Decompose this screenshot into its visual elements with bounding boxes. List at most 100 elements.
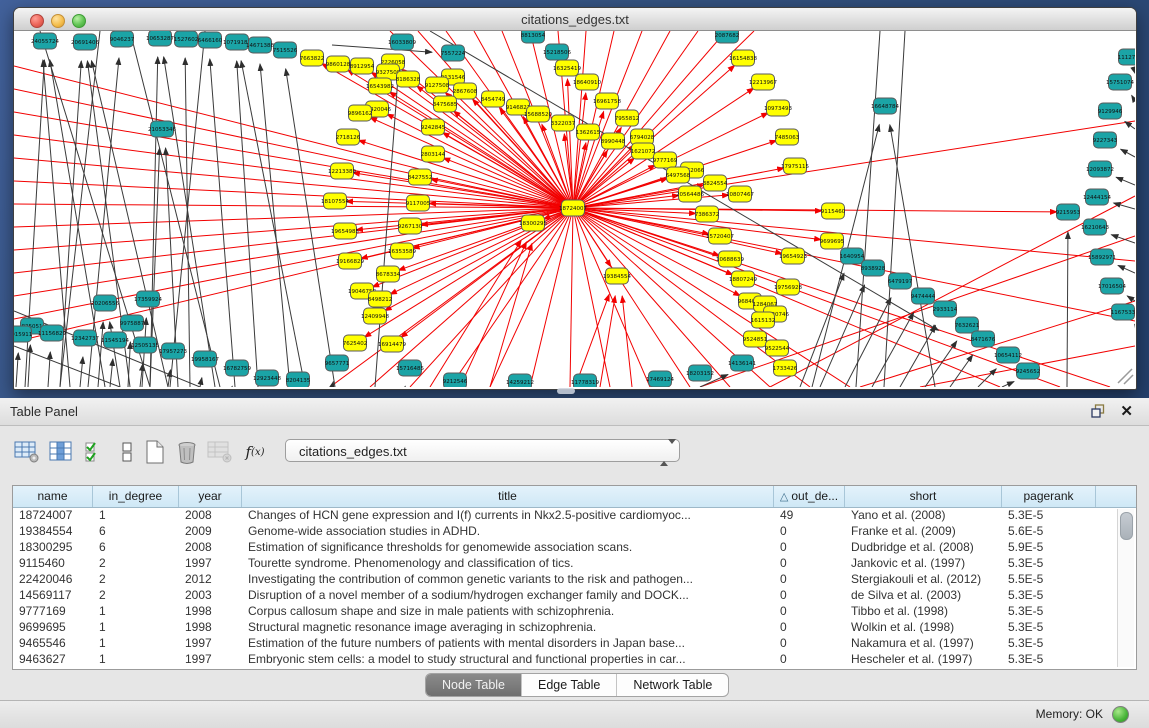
table-cell[interactable]: Estimation of the future numbers of pati… xyxy=(242,635,774,651)
graph-node[interactable]: 18300295 xyxy=(519,215,547,231)
graph-node[interactable]: 9245652 xyxy=(1016,363,1041,379)
graph-node[interactable]: 21053346 xyxy=(148,121,176,137)
graph-node[interactable]: 9860128 xyxy=(326,56,351,72)
graph-node[interactable]: 11156829 xyxy=(38,325,66,341)
graph-node[interactable]: 20691406 xyxy=(71,34,99,50)
table-cell[interactable]: Disruption of a novel member of a sodium… xyxy=(242,587,774,603)
graph-node[interactable]: 6497568 xyxy=(666,167,691,183)
table-row[interactable]: 1456911722003Disruption of a novel membe… xyxy=(13,587,1096,603)
table-cell[interactable]: 2008 xyxy=(179,539,242,555)
table-cell[interactable]: Genome-wide association studies in ADHD. xyxy=(242,523,774,539)
graph-node[interactable]: 7485063 xyxy=(775,129,800,145)
table-cell[interactable]: 0 xyxy=(774,523,845,539)
table-selector-dropdown[interactable]: citations_edges.txt xyxy=(285,439,680,462)
table-cell[interactable]: Embryonic stem cells: a model to study s… xyxy=(242,651,774,667)
table-cell[interactable]: Nakamura et al. (1997) xyxy=(845,635,1002,651)
graph-node[interactable]: 3322037 xyxy=(551,115,576,131)
table-cell[interactable]: 9777169 xyxy=(13,603,93,619)
graph-node[interactable]: 9117005 xyxy=(406,195,431,211)
tab-network-table[interactable]: Network Table xyxy=(617,674,728,696)
graph-node[interactable]: 8938928 xyxy=(861,260,886,276)
row-height-icon[interactable] xyxy=(112,437,142,467)
graph-node[interactable]: 9046237 xyxy=(110,31,135,47)
graph-node[interactable]: 19654923 xyxy=(779,248,807,264)
table-cell[interactable]: 5.6E-5 xyxy=(1002,523,1096,539)
graph-node[interactable]: 9212546 xyxy=(443,373,468,387)
splitpane-handle[interactable] xyxy=(557,388,575,394)
table-cell[interactable]: Tourette syndrome. Phenomenology and cla… xyxy=(242,555,774,571)
graph-node[interactable]: 16648784 xyxy=(871,98,899,114)
table-cell[interactable]: 1 xyxy=(93,619,179,635)
network-window-titlebar[interactable]: citations_edges.txt xyxy=(14,8,1136,31)
column-header-out_de[interactable]: △out_de... xyxy=(774,486,845,507)
table-cell[interactable]: Stergiakouli et al. (2012) xyxy=(845,571,1002,587)
table-cell[interactable]: 0 xyxy=(774,651,845,667)
table-row[interactable]: 911546021997Tourette syndrome. Phenomeno… xyxy=(13,555,1096,571)
graph-node[interactable]: 15716485 xyxy=(396,360,424,376)
graph-node[interactable]: 7955812 xyxy=(615,110,640,126)
graph-node[interactable]: 12342737 xyxy=(71,330,99,346)
graph-node[interactable]: 17359924 xyxy=(134,291,162,307)
table-cell[interactable]: 19384554 xyxy=(13,523,93,539)
float-window-icon[interactable] xyxy=(1091,404,1105,418)
table-row[interactable]: 946554611997Estimation of the future num… xyxy=(13,635,1096,651)
table-cell[interactable]: 9463627 xyxy=(13,651,93,667)
graph-node[interactable]: 15720407 xyxy=(706,228,734,244)
table-cell[interactable]: 1997 xyxy=(179,651,242,667)
table-row[interactable]: 946362711997Embryonic stem cells: a mode… xyxy=(13,651,1096,667)
graph-node[interactable]: 9474444 xyxy=(911,288,936,304)
graph-node[interactable]: 8678334 xyxy=(376,266,401,282)
tab-edge-table[interactable]: Edge Table xyxy=(522,674,617,696)
table-cell[interactable]: 5.3E-5 xyxy=(1002,507,1096,523)
graph-node[interactable]: 17016504 xyxy=(1098,278,1126,294)
graph-node[interactable]: 7625402 xyxy=(343,335,368,351)
graph-node[interactable]: 2933114 xyxy=(933,301,958,317)
graph-node[interactable]: 24055724 xyxy=(31,33,59,49)
graph-node[interactable]: 1527602 xyxy=(174,31,199,47)
column-header-pagerank[interactable]: pagerank xyxy=(1002,486,1096,507)
table-cell[interactable]: 1 xyxy=(93,651,179,667)
show-columns-icon[interactable] xyxy=(46,437,76,467)
table-cell[interactable]: 2 xyxy=(93,555,179,571)
graph-node[interactable]: 18107554 xyxy=(321,193,349,209)
graph-node[interactable]: 10653287 xyxy=(146,31,174,46)
graph-node[interactable]: 1362615 xyxy=(576,124,601,140)
graph-node[interactable]: 9975887 xyxy=(120,315,145,331)
table-row[interactable]: 977716911998Corpus callosum shape and si… xyxy=(13,603,1096,619)
select-all-rows-icon[interactable] xyxy=(80,437,110,467)
function-builder-icon[interactable]: f(x) xyxy=(240,437,270,467)
graph-node[interactable]: 19958167 xyxy=(191,351,219,367)
table-cell[interactable]: 22420046 xyxy=(13,571,93,587)
table-cell[interactable]: Hescheler et al. (1997) xyxy=(845,651,1002,667)
graph-node[interactable]: 10973493 xyxy=(764,100,792,116)
graph-node[interactable]: 17469124 xyxy=(646,371,674,387)
graph-node[interactable]: 16782759 xyxy=(223,360,251,376)
table-cell[interactable]: Dudbridge et al. (2008) xyxy=(845,539,1002,555)
column-header-name[interactable]: name xyxy=(13,486,93,507)
table-cell[interactable]: 49 xyxy=(774,507,845,523)
graph-node[interactable]: 18724007 xyxy=(559,200,587,216)
table-cell[interactable]: 9115460 xyxy=(13,555,93,571)
graph-node[interactable]: 9777169 xyxy=(653,152,678,168)
column-header-year[interactable]: year xyxy=(179,486,242,507)
delete-icon[interactable] xyxy=(172,437,202,467)
table-cell[interactable]: 5.3E-5 xyxy=(1002,619,1096,635)
table-cell[interactable]: 9699695 xyxy=(13,619,93,635)
graph-node[interactable]: 19384554 xyxy=(603,268,631,284)
graph-node[interactable]: 3475685 xyxy=(433,96,458,112)
table-cell[interactable]: 1998 xyxy=(179,603,242,619)
graph-node[interactable]: 14259212 xyxy=(506,374,534,387)
graph-node[interactable]: 14136141 xyxy=(728,355,756,371)
network-view-window[interactable]: citations_edges.txt 18724007 18300295 1938… xyxy=(13,7,1137,390)
graph-node[interactable]: 9522544 xyxy=(765,340,790,356)
network-graph[interactable]: 18724007 18300295 19384554 24055724 20691406… xyxy=(14,31,1135,387)
table-cell[interactable]: 1 xyxy=(93,603,179,619)
graph-node[interactable]: 1615132 xyxy=(751,312,776,328)
table-cell[interactable]: Jankovic et al. (1997) xyxy=(845,555,1002,571)
graph-node[interactable]: 8813054 xyxy=(521,31,546,43)
graph-node[interactable]: 20564486 xyxy=(676,186,704,202)
graph-node[interactable]: 2867608 xyxy=(453,83,478,99)
graph-node[interactable]: 15751074 xyxy=(1106,74,1134,90)
graph-node[interactable]: 18203152 xyxy=(686,365,714,381)
table-vertical-scrollbar[interactable] xyxy=(1117,509,1134,667)
